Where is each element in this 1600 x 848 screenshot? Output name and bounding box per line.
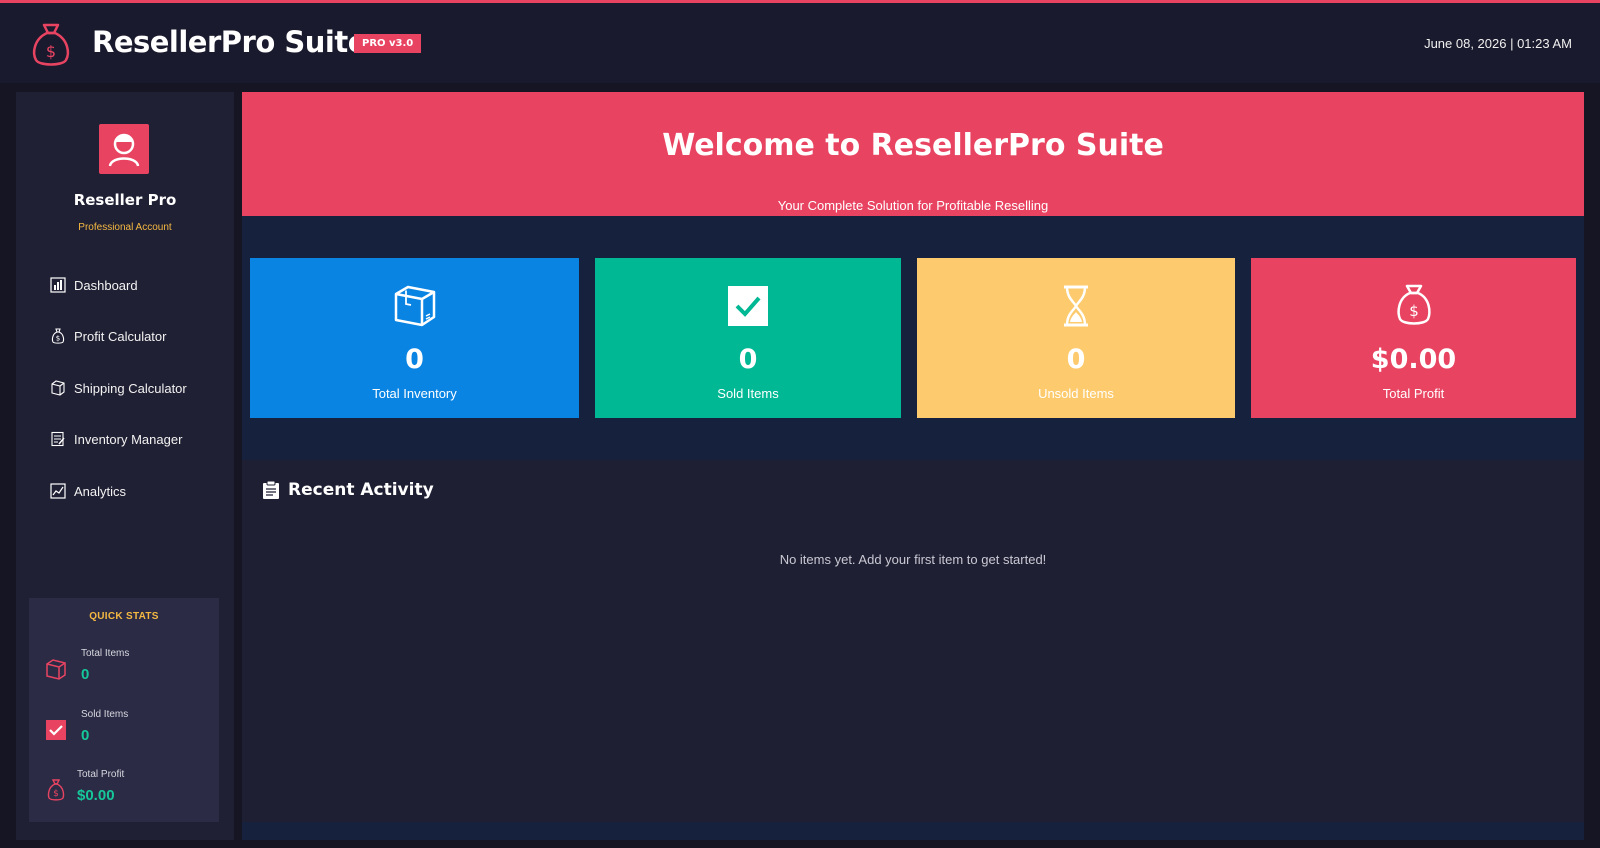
check-box-icon [728,286,768,326]
clipboard-icon [263,480,279,499]
package-icon [394,285,435,327]
quick-stats-title: QUICK STATS [89,611,159,622]
money-bag-icon: $ [47,779,65,801]
nav-inventory-manager[interactable]: Inventory Manager [50,426,182,452]
welcome-banner: Welcome to ResellerPro Suite Your Comple… [242,92,1584,216]
stat-value: $0.00 [1370,344,1457,375]
sidebar: Reseller Pro Professional Account Dashbo… [16,92,234,840]
app-header: $ ResellerPro Suite PRO v3.0 June 08, 20… [0,3,1600,83]
nav-label: Inventory Manager [74,431,183,447]
quick-stats-panel: QUICK STATS Total Items 0 Sold Items 0 $ [29,598,219,822]
svg-text:$: $ [53,789,59,799]
stat-label: Total Inventory [372,386,457,401]
nav-dashboard[interactable]: Dashboard [50,272,138,298]
svg-text:$: $ [1409,302,1419,320]
quick-stat-label: Total Profit [77,769,125,780]
recent-activity-title: Recent Activity [288,480,434,500]
nav-label: Analytics [74,483,127,499]
nav-analytics[interactable]: Analytics [50,478,126,504]
package-icon [51,380,65,396]
stat-card-total-profit: $ $0.00 Total Profit [1251,258,1576,418]
stat-label: Unsold Items [1038,386,1114,401]
money-bag-icon: $ [32,23,70,66]
quick-stat-label: Total Items [81,648,130,659]
quick-stat-sold-items: Sold Items 0 [45,709,215,757]
nav-shipping-calculator[interactable]: Shipping Calculator [50,375,187,401]
stat-value: 0 [405,344,424,375]
memo-icon [51,431,65,447]
check-box-icon [46,720,66,740]
money-bag-icon: $ [51,328,65,344]
version-badge: PRO v3.0 [354,34,422,53]
stat-value: 0 [738,344,758,375]
recent-activity-header: Recent Activity [262,480,434,500]
quick-stat-value: 0 [81,727,90,744]
nav-label: Shipping Calculator [74,380,187,396]
empty-state-message: No items yet. Add your first item to get… [779,552,1047,567]
recent-activity-panel: Recent Activity No items yet. Add your f… [242,460,1584,822]
package-icon [46,659,66,680]
quick-stat-total-items: Total Items 0 [45,648,215,696]
welcome-subtitle: Your Complete Solution for Profitable Re… [777,198,1049,213]
svg-text:$: $ [56,335,60,343]
stat-label: Sold Items [717,386,779,401]
nav-label: Profit Calculator [74,328,167,344]
line-chart-icon [50,483,66,499]
profile-name: Reseller Pro [73,191,177,209]
stat-card-total-inventory: 0 Total Inventory [250,258,579,418]
stat-label: Total Profit [1382,386,1445,401]
nav-label: Dashboard [74,277,138,293]
quick-stat-value: 0 [81,666,90,683]
account-type: Professional Account [78,222,172,233]
stat-card-unsold-items: 0 Unsold Items [917,258,1235,418]
bar-chart-icon [50,277,66,293]
datetime-display: June 08, 2026 | 01:23 AM [1424,36,1572,51]
hourglass-icon [1064,285,1088,327]
stat-value: 0 [1066,344,1086,375]
user-avatar-icon [99,124,149,174]
main-content: Welcome to ResellerPro Suite Your Comple… [242,92,1584,840]
svg-text:$: $ [46,42,56,61]
quick-stat-value: $0.00 [77,787,115,804]
app-title: ResellerPro Suite [92,25,367,59]
money-bag-icon: $ [1396,284,1431,325]
nav-profit-calculator[interactable]: $ Profit Calculator [50,323,166,349]
quick-stat-label: Sold Items [81,709,129,720]
stat-card-sold-items: 0 Sold Items [595,258,901,418]
quick-stat-total-profit: $ Total Profit $0.00 [45,769,215,817]
welcome-title: Welcome to ResellerPro Suite [662,128,1164,163]
